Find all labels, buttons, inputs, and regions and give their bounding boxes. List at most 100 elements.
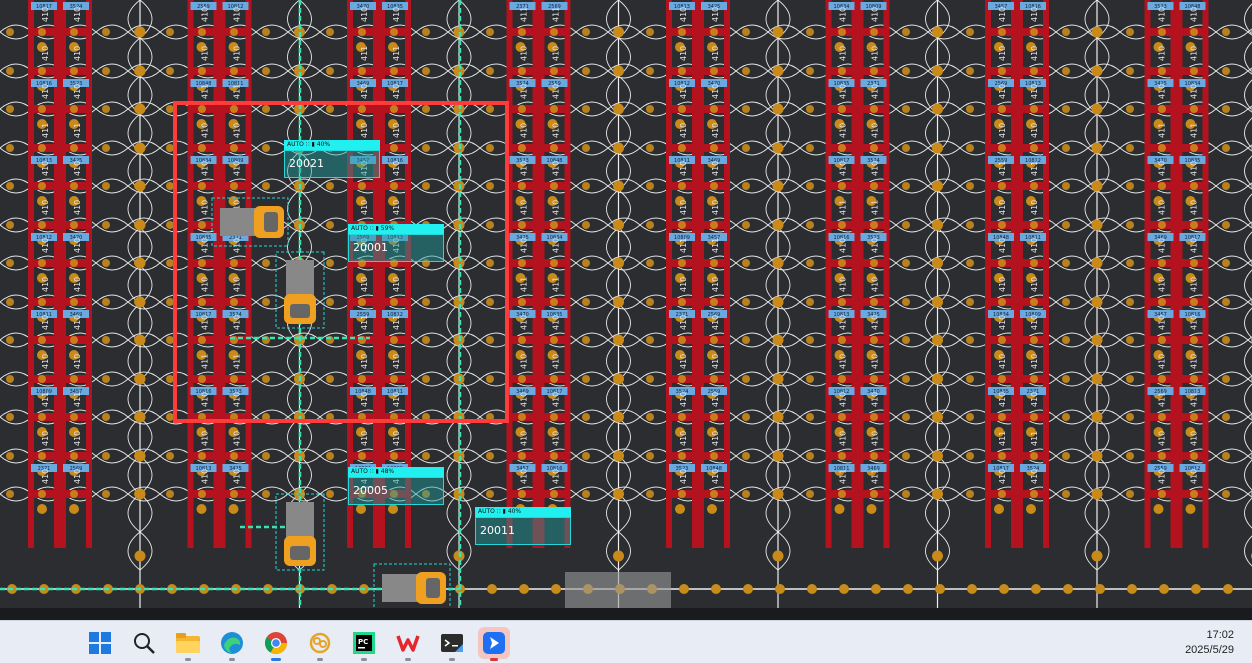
grid-node [38, 375, 46, 383]
grid-node [710, 490, 718, 498]
rack-label: 410 [233, 315, 242, 330]
grid-node [646, 490, 654, 498]
path-arc [896, 141, 928, 148]
grid-node [550, 375, 558, 383]
path-arc [1056, 417, 1088, 424]
rack-label: 410 [839, 392, 848, 407]
rack-label: 411 [73, 123, 82, 138]
aisle-node [1092, 551, 1103, 562]
robot-forks [286, 260, 314, 296]
path-arc [256, 179, 288, 186]
path-arc [576, 218, 608, 225]
search-icon[interactable] [128, 627, 160, 659]
rack-label: 410 [679, 123, 688, 138]
grid-node [934, 413, 942, 421]
path-arc [1085, 456, 1097, 494]
path-arc [896, 333, 928, 340]
road-node [487, 584, 497, 594]
rack-label: 411 [73, 392, 82, 407]
svg-text:PC: PC [358, 638, 368, 646]
grid-node [230, 67, 238, 75]
edge-icon[interactable] [216, 627, 248, 659]
rack-label: 411 [871, 200, 880, 215]
path-arc [576, 148, 608, 155]
path-arc [896, 71, 928, 78]
path-arc [576, 256, 608, 263]
path-arc [96, 494, 128, 501]
grid-node [1222, 452, 1230, 460]
rack-label: 410 [1190, 46, 1199, 61]
grid-node [998, 105, 1006, 113]
path-arc [1056, 340, 1088, 347]
grid-node [646, 221, 654, 229]
path-arc [1216, 379, 1248, 386]
grid-node [774, 298, 782, 306]
path-arc [896, 379, 928, 386]
grid-node [70, 221, 78, 229]
rack-label: 410 [1030, 277, 1039, 292]
path-arc [1056, 218, 1088, 225]
path-arc [896, 417, 928, 424]
wifi-icon: ∷ [368, 225, 376, 232]
path-arc [96, 379, 128, 386]
grid-node [934, 221, 942, 229]
path-arc [96, 71, 128, 78]
rack-label: 410 [360, 123, 369, 138]
robot-info-label[interactable]: AUTO ∷ ▮ 59%20001 [348, 224, 444, 262]
path-arc [0, 71, 32, 78]
wps-icon[interactable] [392, 627, 424, 659]
grid-node [134, 28, 142, 36]
path-arc [778, 494, 790, 532]
sun-app-icon[interactable] [304, 627, 336, 659]
path-arc [1216, 25, 1248, 32]
grid-node [390, 105, 398, 113]
robot-info-label[interactable]: AUTO ∷ ▮ 48%20005 [348, 467, 444, 505]
road-node [1127, 584, 1137, 594]
path-arc [608, 218, 640, 225]
robot-2[interactable] [276, 494, 324, 570]
rack-label: 410 [871, 392, 880, 407]
path-arc [896, 295, 928, 302]
robot-info-label[interactable]: AUTO ∷ ▮ 40%20011 [475, 507, 571, 545]
system-clock[interactable]: 17:02 2025/5/29 [1185, 628, 1234, 658]
grid-node [486, 452, 494, 460]
rack-label: 410 [520, 84, 529, 99]
grid-node [774, 28, 782, 36]
feishu-icon[interactable] [478, 627, 510, 659]
robot-3[interactable] [374, 564, 450, 608]
pycharm-icon[interactable]: PC [348, 627, 380, 659]
robot-status-bar: AUTO ∷ ▮ 59% [348, 224, 444, 234]
path-arc [0, 25, 32, 32]
rack-label: 410 [711, 392, 720, 407]
robot-info-label[interactable]: AUTO ∷ ▮ 40%20021 [284, 140, 380, 178]
path-arc [926, 456, 938, 494]
grid-node [166, 413, 174, 421]
warehouse-map[interactable]: 1081741041010816410411108134104101081241… [0, 0, 1252, 608]
rack-label: 410 [1190, 354, 1199, 369]
file-explorer-icon[interactable] [172, 627, 204, 659]
terminal-icon[interactable] [436, 627, 468, 659]
grid-node [550, 259, 558, 267]
grid-node [1222, 490, 1230, 498]
grid-node [934, 298, 942, 306]
grid-node [1158, 259, 1166, 267]
rack-label: 410 [41, 238, 50, 253]
grid-node [966, 490, 974, 498]
path-arc [736, 295, 768, 302]
rack-label: 410 [1190, 469, 1199, 484]
path-arc [1056, 32, 1088, 39]
road-node [1159, 584, 1169, 594]
robot-1[interactable] [276, 252, 324, 328]
chrome-icon[interactable] [260, 627, 292, 659]
robot-status-bar: AUTO ∷ ▮ 40% [475, 507, 571, 517]
path-arc [160, 487, 192, 494]
grid-node [518, 221, 526, 229]
storage-node [1186, 504, 1196, 514]
path-arc [1216, 32, 1248, 39]
path-arc [736, 109, 768, 116]
start-icon[interactable] [84, 627, 116, 659]
grid-node [550, 221, 558, 229]
path-arc [1056, 333, 1088, 340]
grid-node [1190, 298, 1198, 306]
grid-node [806, 105, 814, 113]
